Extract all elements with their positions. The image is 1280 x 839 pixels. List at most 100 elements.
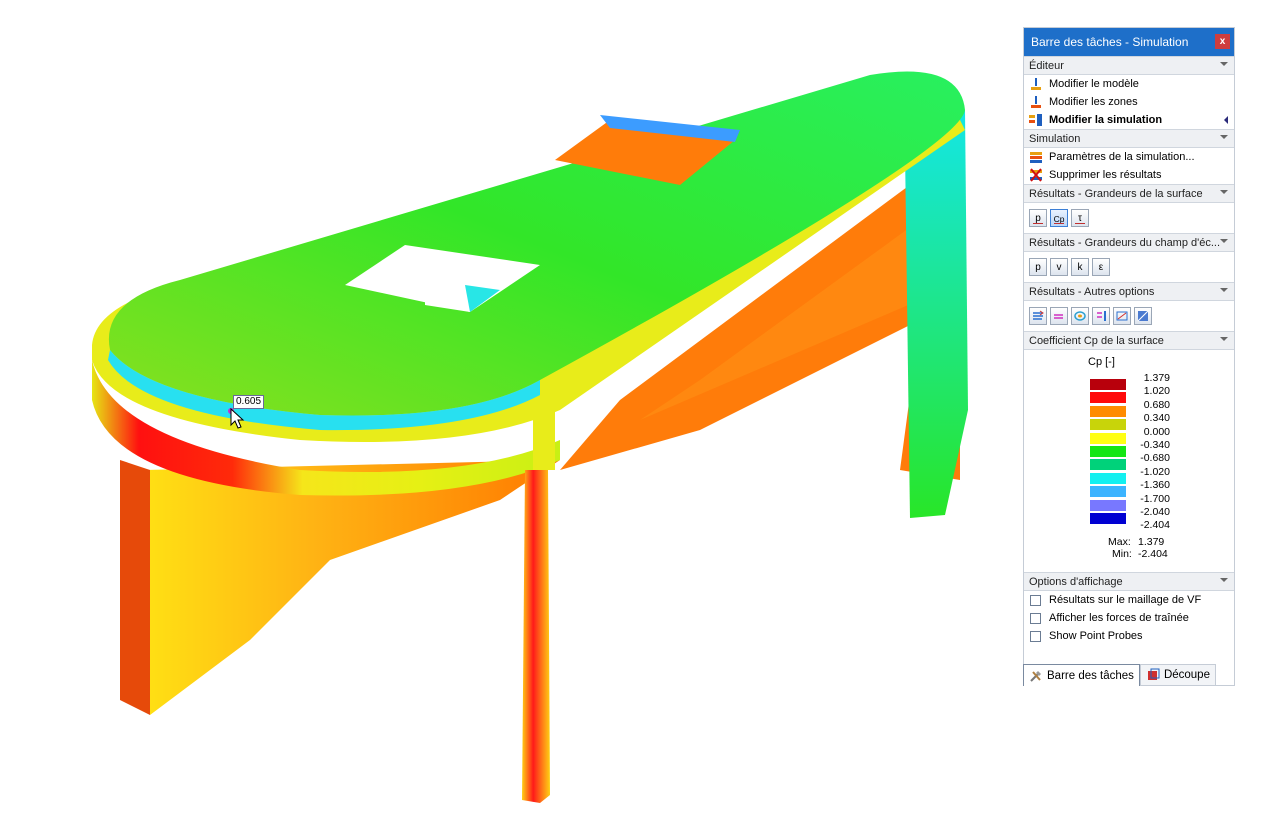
field-results-section-header[interactable]: Résultats - Grandeurs du champ d'éc... [1024,233,1234,252]
tab-clipping[interactable]: Découpe [1139,664,1216,686]
other-options-toolbar [1024,301,1234,331]
legend-color-swatch [1090,446,1126,457]
tab-task-bar-label: Barre des tâches [1047,669,1134,682]
clipping-icon [1146,668,1160,682]
slice-button[interactable] [1113,307,1131,325]
edit-simulation-icon [1029,113,1043,127]
surface-results-section-header[interactable]: Résultats - Grandeurs de la surface [1024,184,1234,203]
min-value: -2.404 [1138,548,1168,560]
legend-value-label: -1.360 [1140,479,1170,492]
legend-color-swatch [1090,419,1126,431]
point-probes-checkbox[interactable]: Show Point Probes [1024,627,1234,645]
legend-value-label: 0.000 [1143,425,1170,438]
shear-stress-button[interactable]: τ [1071,209,1089,227]
delete-results-label: Supprimer les résultats [1049,169,1162,181]
legend-value-label: -1.020 [1140,465,1170,478]
checkbox-box[interactable] [1030,612,1041,624]
fv-mesh-results-label: Résultats sur le maillage de VF [1049,594,1202,606]
cp-legend: Cp [-] 1.379 1.020 0.680 0.340 0.000 -0.340 -0… [1024,350,1234,572]
edit-simulation-item[interactable]: Modifier la simulation [1024,111,1234,129]
legend-value-label: 0.680 [1143,398,1170,411]
legend-color-swatch [1090,499,1126,511]
point-probes-label: Show Point Probes [1049,630,1143,642]
delete-results-icon [1029,168,1043,182]
task-pane-title: Barre des tâches - Simulation [1031,35,1189,49]
chevron-down-icon [1220,337,1228,341]
display-options-section-label: Options d'affichage [1029,575,1123,588]
editor-section-header[interactable]: Éditeur [1024,56,1234,75]
3d-viewport[interactable]: 0.605 [0,0,1010,836]
cp-button[interactable]: Cp [1050,209,1068,227]
mesh-button[interactable] [1134,307,1152,325]
mesh-icon [1137,310,1149,322]
simulation-section-header[interactable]: Simulation [1024,129,1234,148]
delete-results-item[interactable]: Supprimer les résultats [1024,166,1234,184]
edit-zones-item[interactable]: Modifier les zones [1024,93,1234,111]
legend-color-swatch [1090,392,1126,404]
arrows-button[interactable] [1050,307,1068,325]
velocity-label: v [1056,262,1062,273]
legend-color-swatch [1090,459,1126,471]
chevron-down-icon [1220,578,1228,582]
legend-value-label: -2.040 [1140,506,1170,518]
legend-value-label: -0.680 [1140,452,1170,465]
checkbox-box[interactable] [1030,630,1041,642]
surface-results-toolbar: p Cp τ [1024,203,1234,233]
mouse-cursor-icon [230,408,245,429]
vector-icon [1097,311,1106,321]
display-options-section-header[interactable]: Options d'affichage [1024,572,1234,591]
checkbox-box[interactable] [1030,594,1041,606]
chevron-down-icon [1220,288,1228,292]
field-results-section-label: Résultats - Grandeurs du champ d'éc... [1029,236,1221,249]
field-pressure-button[interactable]: p [1029,258,1047,276]
streamlines-button[interactable] [1029,307,1047,325]
legend-section-header[interactable]: Coefficient Cp de la surface [1024,331,1234,350]
isosurface-icon [1074,311,1086,321]
settings-icon [1029,150,1043,164]
legend-color-swatch [1090,513,1126,524]
model-render [92,71,968,803]
active-indicator-icon [1224,116,1228,124]
turbulent-energy-button[interactable]: k [1071,258,1089,276]
edit-model-item[interactable]: Modifier le modèle [1024,75,1234,93]
legend-color-swatch [1090,405,1126,417]
dissipation-button[interactable]: ε [1092,258,1110,276]
isosurface-button[interactable] [1071,307,1089,325]
drag-forces-checkbox[interactable]: Afficher les forces de traînée [1024,609,1234,627]
tab-task-bar[interactable]: Barre des tâches [1023,664,1140,686]
edit-simulation-label: Modifier la simulation [1049,114,1163,126]
edit-zones-icon [1029,95,1043,109]
legend-value-label: 1.020 [1143,385,1170,398]
min-label: Min: [1112,548,1132,560]
legend-color-swatch [1090,486,1126,498]
editor-section-label: Éditeur [1029,59,1064,72]
legend-value-label: 1.379 [1143,372,1170,384]
chevron-down-icon [1220,135,1228,139]
probe-value-label: 0.605 [233,395,265,409]
simulation-settings-item[interactable]: Paramètres de la simulation... [1024,148,1234,166]
surface-results-section-label: Résultats - Grandeurs de la surface [1029,187,1203,200]
fv-mesh-results-checkbox[interactable]: Résultats sur le maillage de VF [1024,591,1234,609]
legend-value-label: -1.700 [1140,492,1170,505]
chevron-down-icon [1220,239,1228,243]
close-button[interactable]: x [1215,34,1230,49]
drag-forces-label: Afficher les forces de traînée [1049,612,1189,624]
pressure-button[interactable]: p [1029,209,1047,227]
max-value: 1.379 [1138,536,1165,548]
simulation-task-pane: Barre des tâches - Simulation x Éditeur … [1023,27,1235,686]
task-pane-titlebar: Barre des tâches - Simulation x [1024,28,1234,56]
edit-model-icon [1029,77,1043,91]
turbulent-energy-label: k [1077,262,1083,273]
chevron-down-icon [1220,62,1228,66]
vector-button[interactable] [1092,307,1110,325]
legend-value-label: -2.404 [1140,519,1170,532]
other-options-section-header[interactable]: Résultats - Autres options [1024,282,1234,301]
legend-value-label: 0.340 [1143,412,1170,425]
field-results-toolbar: p v k ε [1024,252,1234,282]
velocity-button[interactable]: v [1050,258,1068,276]
tools-icon [1029,669,1043,683]
simulation-settings-label: Paramètres de la simulation... [1049,151,1195,163]
legend-color-swatch [1090,379,1126,390]
legend-section-label: Coefficient Cp de la surface [1029,334,1164,347]
legend-color-swatch [1090,472,1126,484]
